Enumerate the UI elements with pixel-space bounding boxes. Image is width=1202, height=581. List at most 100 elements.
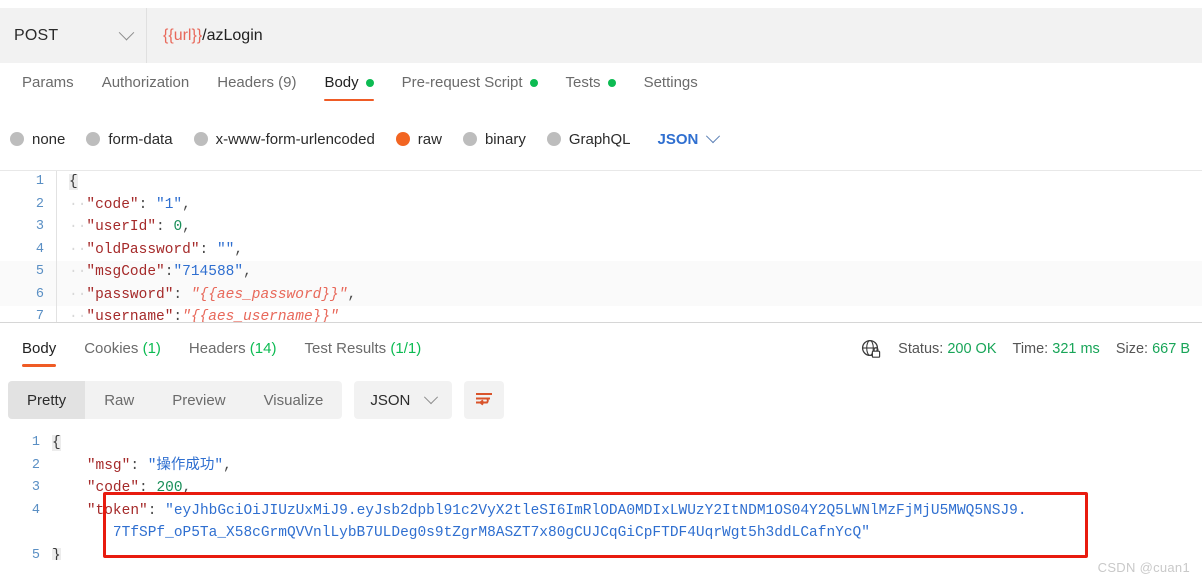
json-separator: : <box>199 241 217 258</box>
body-type-label: binary <box>484 130 526 148</box>
body-type-label: x-www-form-urlencoded <box>215 130 375 148</box>
size-value: 667 B <box>1152 341 1190 357</box>
tab-pre-request-script[interactable]: Pre-request Script <box>388 70 552 103</box>
response-tab-headers[interactable]: Headers (14) <box>175 336 291 369</box>
json-separator: : <box>173 286 191 303</box>
request-body-format-selector[interactable]: JSON <box>658 129 721 148</box>
word-wrap-icon <box>473 389 495 412</box>
body-type-graphql[interactable]: GraphQL <box>546 130 631 148</box>
line-number: 5 <box>31 547 40 561</box>
json-key: "msg" <box>86 457 131 474</box>
line-number: 5 <box>35 264 44 279</box>
body-type-x-www-form-urlencoded[interactable]: x-www-form-urlencoded <box>193 130 375 148</box>
time-label: Time: <box>1012 341 1049 357</box>
tab-label: Settings <box>643 74 698 91</box>
word-wrap-button[interactable] <box>464 381 505 419</box>
code-line: 7 ··"username":"{{aes_username}}" <box>0 306 1202 322</box>
status-block[interactable]: Status: 200 OK <box>898 341 996 357</box>
json-separator: : <box>139 480 157 496</box>
body-type-form-data[interactable]: form-data <box>86 130 173 148</box>
url-variable: {{url}} <box>163 26 203 44</box>
tab-label: Cookies <box>84 339 139 357</box>
code-line: 1 { <box>0 432 1202 455</box>
json-separator: : <box>173 309 183 322</box>
json-key: "userId" <box>86 219 157 235</box>
response-format-selector[interactable]: JSON <box>354 381 453 419</box>
json-value: "714588" <box>173 264 244 280</box>
brace-token: { <box>52 435 61 451</box>
tab-label: Body <box>22 339 57 357</box>
tab-authorization[interactable]: Authorization <box>88 70 204 103</box>
json-separator: : <box>156 219 174 235</box>
view-mode-label: Raw <box>104 391 135 409</box>
http-method-selector[interactable]: POST <box>0 8 147 63</box>
tab-label: Tests <box>565 74 601 91</box>
tab-settings[interactable]: Settings <box>630 70 712 103</box>
json-value: 0 <box>173 219 183 235</box>
tab-count: (1/1) <box>390 339 422 357</box>
code-line: 2 ··"code": "1", <box>0 193 1202 216</box>
response-view-mode-group: Pretty Raw Preview Visualize <box>8 381 343 419</box>
json-variable-value: "{{aes_password}}" <box>190 286 348 303</box>
code-line: 6 ··"password": "{{aes_password}}", <box>0 283 1202 306</box>
body-type-binary[interactable]: binary <box>462 130 526 148</box>
time-block[interactable]: Time: 321 ms <box>1013 341 1100 357</box>
code-content: } <box>52 545 1202 560</box>
brace-token: { <box>69 174 78 190</box>
json-key: "msgCode" <box>86 264 165 280</box>
view-mode-preview[interactable]: Preview <box>153 381 244 419</box>
view-mode-label: Visualize <box>263 391 324 409</box>
line-number: 2 <box>31 457 40 473</box>
body-type-raw[interactable]: raw <box>395 130 442 148</box>
tab-body[interactable]: Body <box>310 70 387 103</box>
json-value: 200 <box>156 480 183 496</box>
tab-count: (1) <box>142 339 161 357</box>
view-mode-visualize[interactable]: Visualize <box>245 381 343 419</box>
response-tab-cookies[interactable]: Cookies (1) <box>70 336 175 369</box>
http-method-label: POST <box>14 26 59 44</box>
json-separator: : <box>147 502 166 519</box>
globe-lock-icon[interactable] <box>860 338 882 360</box>
code-line-continuation: 7TfSPf_oP5Ta_X58cGrmQVVnlLybB7ULDeg0s9tZ… <box>0 522 1202 545</box>
watermark: CSDN @cuan1 <box>1097 560 1190 575</box>
tab-tests[interactable]: Tests <box>552 70 630 103</box>
json-variable-value: "{{aes_username}}" <box>182 309 339 322</box>
body-type-none[interactable]: none <box>10 131 65 148</box>
json-value: "" <box>216 241 235 258</box>
size-block[interactable]: Size: 667 B <box>1116 341 1190 357</box>
modified-dot-icon <box>529 78 538 87</box>
line-number: 6 <box>35 286 44 302</box>
line-number: 7 <box>35 309 44 322</box>
json-comma: , <box>243 264 252 280</box>
tab-headers[interactable]: Headers (9) <box>203 70 310 103</box>
body-type-label: form-data <box>108 130 173 148</box>
code-line: 3 "code": 200, <box>0 477 1202 500</box>
json-key: "code" <box>86 480 140 496</box>
view-mode-pretty[interactable]: Pretty <box>8 381 86 419</box>
body-type-label: GraphQL <box>568 130 631 148</box>
request-body-editor[interactable]: 1 { 2 ··"code": "1", 3 ··"userId": 0, 4 … <box>0 170 1202 322</box>
tab-params[interactable]: Params <box>8 70 88 103</box>
code-content: "code": 200, <box>52 477 1202 500</box>
response-tab-body[interactable]: Body <box>8 336 70 369</box>
url-path: /azLogin <box>202 26 263 44</box>
code-content: ··"oldPassword": "", <box>56 238 1202 261</box>
tab-label: Authorization <box>101 74 190 91</box>
response-tab-test-results[interactable]: Test Results (1/1) <box>290 336 435 369</box>
body-type-label: raw <box>417 130 442 148</box>
json-comma: , <box>223 457 232 474</box>
radio-icon <box>546 132 561 146</box>
url-input[interactable]: {{url}}/azLogin <box>147 8 1202 63</box>
pane-divider[interactable] <box>0 322 1202 330</box>
code-content: ··"msgCode":"714588", <box>56 261 1202 284</box>
code-content: ··"code": "1", <box>56 193 1202 216</box>
radio-selected-icon <box>395 132 410 146</box>
response-body-viewer[interactable]: 1 { 2 "msg": "操作成功", 3 "code": 200, 4 "t… <box>0 432 1202 560</box>
json-token-value-continued: 7TfSPf_oP5Ta_X58cGrmQVVnlLybB7ULDeg0s9tZ… <box>112 525 870 541</box>
view-mode-raw[interactable]: Raw <box>85 381 153 419</box>
json-comma: , <box>182 219 191 235</box>
modified-dot-icon <box>365 78 374 87</box>
response-view-toolbar: Pretty Raw Preview Visualize JSON <box>8 381 505 419</box>
json-key: "token" <box>86 502 148 519</box>
json-key: "code" <box>86 196 139 213</box>
